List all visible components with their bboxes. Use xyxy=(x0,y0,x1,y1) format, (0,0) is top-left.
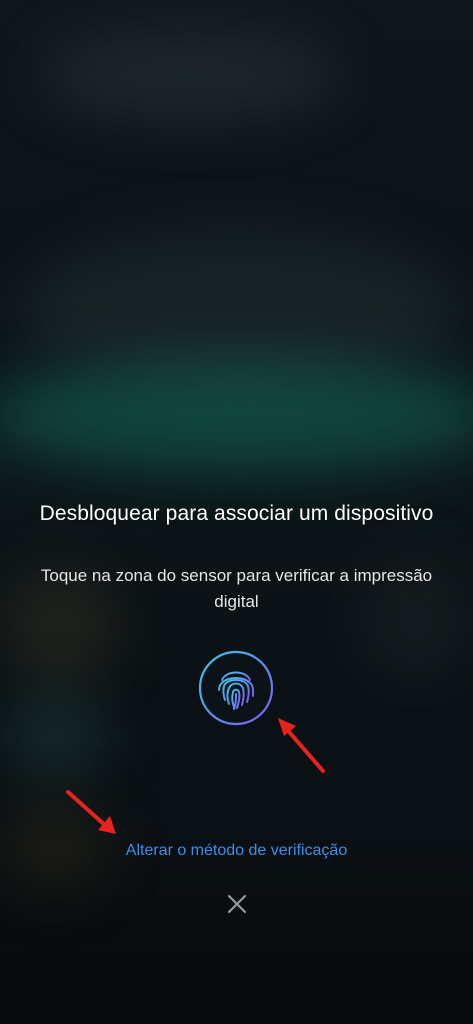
red-arrow-icon xyxy=(278,718,325,773)
close-button[interactable] xyxy=(224,891,250,917)
blurred-background xyxy=(0,360,473,470)
dialog-title: Desbloquear para associar um dispositivo xyxy=(39,502,434,525)
red-arrow-icon xyxy=(66,790,116,834)
blurred-background xyxy=(40,30,340,120)
blurred-background xyxy=(0,690,110,780)
change-verification-method-link[interactable]: Alterar o método de verificação xyxy=(0,842,473,860)
unlock-screen: Desbloquear para associar um dispositivo… xyxy=(0,0,473,1024)
fingerprint-instruction: Toque na zona do sensor para verificar a… xyxy=(40,566,433,611)
fingerprint-sensor-button[interactable] xyxy=(198,650,274,726)
close-icon xyxy=(228,895,246,913)
fingerprint-icon xyxy=(198,650,274,726)
